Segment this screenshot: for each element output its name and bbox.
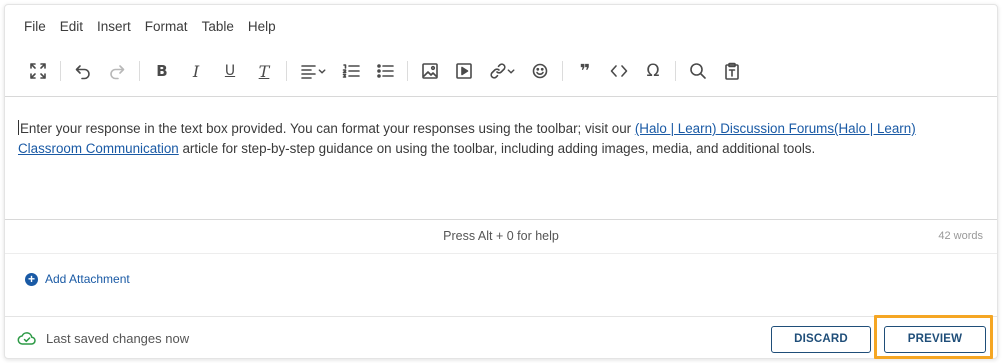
toolbar: B I U T ❞ Ω [24, 58, 752, 84]
toolbar-divider [139, 61, 140, 81]
discard-button[interactable]: DISCARD [771, 326, 871, 353]
toolbar-divider [562, 61, 563, 81]
toolbar-divider [60, 61, 61, 81]
media-icon[interactable] [450, 58, 478, 84]
menu-help[interactable]: Help [241, 18, 283, 36]
bold-icon[interactable]: B [148, 58, 176, 84]
add-attachment-button[interactable]: + Add Attachment [25, 272, 130, 286]
add-attachment-label: Add Attachment [45, 272, 130, 286]
cloud-check-icon [17, 332, 36, 345]
italic-icon[interactable]: I [182, 58, 210, 84]
preview-button[interactable]: PREVIEW [884, 326, 986, 353]
toolbar-divider [286, 61, 287, 81]
attachment-section: + Add Attachment [5, 253, 997, 317]
menubar: File Edit Insert Format Table Help [20, 18, 283, 36]
bullet-list-icon[interactable] [371, 58, 399, 84]
text-caret [18, 120, 19, 135]
fullscreen-icon[interactable] [24, 58, 52, 84]
toolbar-divider [407, 61, 408, 81]
image-icon[interactable] [416, 58, 444, 84]
menu-insert[interactable]: Insert [90, 18, 138, 36]
redo-icon[interactable] [103, 58, 131, 84]
saved-status-text: Last saved changes now [46, 330, 190, 346]
clear-format-icon[interactable]: T [250, 58, 278, 84]
word-count: 42 words [938, 230, 983, 242]
save-status: Last saved changes now [17, 330, 189, 346]
footer: Last saved changes now DISCARD PREVIEW [5, 318, 997, 358]
editor-content[interactable]: Enter your response in the text box prov… [18, 119, 978, 159]
menu-edit[interactable]: Edit [53, 18, 90, 36]
code-icon[interactable] [605, 58, 633, 84]
emoji-icon[interactable] [526, 58, 554, 84]
numbered-list-icon[interactable] [337, 58, 365, 84]
editor-area[interactable]: Enter your response in the text box prov… [5, 96, 997, 220]
search-icon[interactable] [684, 58, 712, 84]
menu-table[interactable]: Table [195, 18, 241, 36]
menu-format[interactable]: Format [138, 18, 195, 36]
editor-text-after: article for step-by-step guidance on usi… [178, 141, 816, 156]
underline-icon[interactable]: U [216, 58, 244, 84]
paste-text-icon[interactable] [718, 58, 746, 84]
help-hint: Press Alt + 0 for help [443, 229, 559, 243]
align-icon[interactable] [295, 58, 331, 84]
status-bar: Press Alt + 0 for help 42 words [5, 221, 997, 253]
special-char-icon[interactable]: Ω [639, 58, 667, 84]
blockquote-icon[interactable]: ❞ [571, 58, 599, 84]
editor-text-before: Enter your response in the text box prov… [20, 121, 635, 136]
toolbar-divider [675, 61, 676, 81]
link-icon[interactable] [484, 58, 520, 84]
undo-icon[interactable] [69, 58, 97, 84]
plus-circle-icon: + [25, 272, 38, 286]
menu-file[interactable]: File [20, 18, 53, 36]
